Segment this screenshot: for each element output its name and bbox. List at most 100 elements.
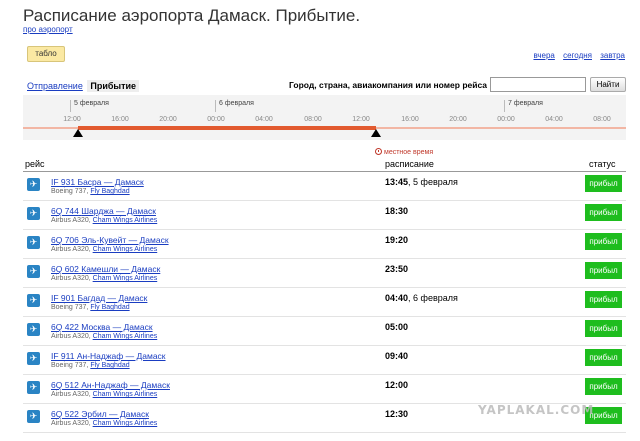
- timeline-hour-label: 16:00: [111, 116, 129, 123]
- flight-details: Airbus A320, Cham Wings Airlines: [51, 217, 158, 224]
- timeline-hour-label: 08:00: [593, 116, 611, 123]
- airline-link[interactable]: Cham Wings Airlines: [93, 246, 158, 253]
- date-value: 5 февраля: [413, 177, 458, 187]
- table-row[interactable]: ✈ 6Q 706 Эль-Кувейт — Дамаск Airbus A320…: [23, 230, 626, 259]
- date-value: 6 февраля: [413, 293, 458, 303]
- timeline-hour-label: 04:00: [255, 116, 273, 123]
- find-button[interactable]: Найти: [590, 77, 626, 92]
- table-row[interactable]: ✈ IF 901 Багдад — Дамаск Boeing 737, Fly…: [23, 288, 626, 317]
- aircraft: Airbus A320: [51, 333, 89, 340]
- arrival-time: 12:30: [385, 409, 408, 419]
- flight-route: Ан-Наджаф — Дамаск: [81, 380, 170, 390]
- status-badge: прибыл: [585, 262, 622, 279]
- arrival-time: 12:00: [385, 380, 408, 390]
- flight-route: Багдад — Дамаск: [77, 293, 148, 303]
- table-row[interactable]: ✈ 6Q 744 Шарджа — Дамаск Airbus A320, Ch…: [23, 201, 626, 230]
- day-link-today[interactable]: сегодня: [563, 51, 592, 60]
- airline-link[interactable]: Fly Baghdad: [90, 188, 129, 195]
- page-title: Расписание аэропорта Дамаск. Прибытие.: [23, 6, 361, 25]
- time-value: 19:20: [385, 235, 409, 245]
- arrival-time: 23:50: [385, 264, 408, 274]
- flight-details: Boeing 737, Fly Baghdad: [51, 362, 130, 369]
- table-row[interactable]: ✈ 6Q 512 Ан-Наджаф — Дамаск Airbus A320,…: [23, 375, 626, 404]
- airplane-icon: ✈: [27, 410, 40, 423]
- status-badge: прибыл: [585, 349, 622, 366]
- day-link-yesterday[interactable]: вчера: [533, 51, 554, 60]
- flight-link[interactable]: 6Q 522 Эрбил — Дамаск: [51, 409, 149, 419]
- flight-code: IF 911: [51, 351, 75, 361]
- timeline-hour-label: 12:00: [352, 116, 370, 123]
- time-value: 04:40: [385, 293, 409, 303]
- timeline-start-handle[interactable]: [73, 129, 83, 137]
- search-input[interactable]: [490, 77, 586, 92]
- time-value: 23:50: [385, 264, 409, 274]
- timeline-end-handle[interactable]: [371, 129, 381, 137]
- aircraft: Airbus A320: [51, 420, 89, 427]
- flight-code: 6Q 744: [51, 206, 79, 216]
- timeline-day-label: 7 февраля: [504, 100, 543, 112]
- airline-link[interactable]: Fly Baghdad: [90, 304, 129, 311]
- flight-details: Airbus A320, Cham Wings Airlines: [51, 333, 158, 340]
- flight-code: IF 901: [51, 293, 76, 303]
- tablo-button[interactable]: табло: [27, 46, 65, 62]
- airplane-icon: ✈: [27, 178, 40, 191]
- airline-link[interactable]: Cham Wings Airlines: [93, 420, 158, 427]
- flight-code: IF 931: [51, 177, 76, 187]
- airline-link[interactable]: Fly Baghdad: [90, 362, 129, 369]
- table-row[interactable]: ✈ 6Q 422 Москва — Дамаск Airbus A320, Ch…: [23, 317, 626, 346]
- flight-link[interactable]: 6Q 422 Москва — Дамаск: [51, 322, 153, 332]
- timeline-hour-label: 16:00: [401, 116, 419, 123]
- arrival-time: 04:40, 6 февраля: [385, 293, 458, 303]
- airplane-icon: ✈: [27, 236, 40, 249]
- airline-link[interactable]: Cham Wings Airlines: [93, 217, 158, 224]
- flight-link[interactable]: 6Q 744 Шарджа — Дамаск: [51, 206, 156, 216]
- tab-arrival[interactable]: Прибытие: [87, 80, 140, 92]
- aircraft: Airbus A320: [51, 217, 89, 224]
- airline-link[interactable]: Cham Wings Airlines: [93, 391, 158, 398]
- flight-link[interactable]: IF 911 Ан-Наджаф — Дамаск: [51, 351, 166, 361]
- time-value: 05:00: [385, 322, 409, 332]
- aircraft: Boeing 737: [51, 188, 87, 195]
- timeline[interactable]: 5 февраля 6 февраля 7 февраля 12:00 16:0…: [23, 95, 626, 140]
- direction-tabs: Отправление Прибытие: [27, 80, 140, 92]
- timeline-hour-label: 12:00: [63, 116, 81, 123]
- table-row[interactable]: ✈ IF 931 Басра — Дамаск Boeing 737, Fly …: [23, 172, 626, 201]
- aircraft: Boeing 737: [51, 362, 87, 369]
- timeline-day-label: 6 февраля: [215, 100, 254, 112]
- arrival-time: 19:20: [385, 235, 408, 245]
- table-row[interactable]: ✈ 6Q 602 Камешли — Дамаск Airbus A320, C…: [23, 259, 626, 288]
- flight-link[interactable]: IF 901 Багдад — Дамаск: [51, 293, 147, 303]
- flight-code: 6Q 522: [51, 409, 79, 419]
- flight-route: Эрбил — Дамаск: [81, 409, 149, 419]
- flight-code: 6Q 602: [51, 264, 79, 274]
- flight-code: 6Q 422: [51, 322, 79, 332]
- flight-route: Ан-Наджаф — Дамаск: [76, 351, 166, 361]
- flight-link[interactable]: IF 931 Басра — Дамаск: [51, 177, 144, 187]
- tab-departure[interactable]: Отправление: [27, 81, 83, 91]
- airline-link[interactable]: Cham Wings Airlines: [93, 333, 158, 340]
- search-label: Город, страна, авиакомпания или номер ре…: [289, 80, 488, 90]
- flight-details: Airbus A320, Cham Wings Airlines: [51, 246, 158, 253]
- arrival-time: 18:30: [385, 206, 408, 216]
- time-value: 09:40: [385, 351, 409, 361]
- timeline-hour-label: 20:00: [159, 116, 177, 123]
- flight-code: 6Q 512: [51, 380, 79, 390]
- flight-route: Москва — Дамаск: [81, 322, 153, 332]
- aircraft: Airbus A320: [51, 391, 89, 398]
- flight-details: Boeing 737, Fly Baghdad: [51, 188, 130, 195]
- flight-link[interactable]: 6Q 512 Ан-Наджаф — Дамаск: [51, 380, 170, 390]
- flight-details: Airbus A320, Cham Wings Airlines: [51, 420, 158, 427]
- watermark: YAPLAKAL.COM: [478, 403, 595, 417]
- about-airport-link[interactable]: про аэропорт: [23, 25, 73, 34]
- timeline-hour-label: 20:00: [449, 116, 467, 123]
- flight-link[interactable]: 6Q 706 Эль-Кувейт — Дамаск: [51, 235, 169, 245]
- status-badge: прибыл: [585, 233, 622, 250]
- day-link-tomorrow[interactable]: завтра: [600, 51, 625, 60]
- flight-code: 6Q 706: [51, 235, 79, 245]
- airline-link[interactable]: Cham Wings Airlines: [93, 275, 158, 282]
- airplane-icon: ✈: [27, 323, 40, 336]
- table-row[interactable]: ✈ IF 911 Ан-Наджаф — Дамаск Boeing 737, …: [23, 346, 626, 375]
- flight-link[interactable]: 6Q 602 Камешли — Дамаск: [51, 264, 160, 274]
- aircraft: Airbus A320: [51, 275, 89, 282]
- flight-route: Басра — Дамаск: [77, 177, 144, 187]
